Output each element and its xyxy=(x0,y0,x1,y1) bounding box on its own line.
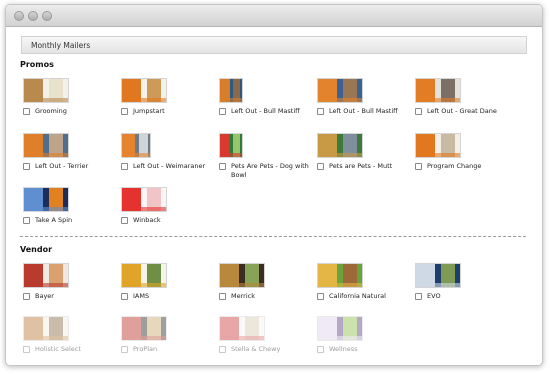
mailer-thumbnail-program-change-icon[interactable] xyxy=(415,133,461,158)
page-content: Monthly Mailers Promos Vendor Grooming Ju… xyxy=(6,27,542,365)
option-label: EVO xyxy=(427,292,441,300)
option-label: ProPlan xyxy=(133,345,158,353)
mailer-thumbnail-dog-icon[interactable] xyxy=(317,78,363,103)
section-title-vendor: Vendor xyxy=(20,245,53,254)
select-checkbox[interactable] xyxy=(23,293,30,300)
mailer-thumbnail-dog-icon[interactable] xyxy=(415,78,461,103)
page-title: Monthly Mailers xyxy=(31,41,91,50)
option-label: Take A Spin xyxy=(35,216,73,224)
vendor-option[interactable]: ProPlan xyxy=(121,316,221,360)
option-label: Bayer xyxy=(35,292,54,300)
select-checkbox[interactable] xyxy=(121,163,128,170)
option-label: Left Out - Bull Mastiff xyxy=(329,107,398,115)
section-divider xyxy=(20,236,526,237)
select-checkbox[interactable] xyxy=(415,163,422,170)
mailer-option[interactable]: Grooming xyxy=(23,78,123,122)
select-checkbox[interactable] xyxy=(219,346,226,353)
vendor-option[interactable]: Stella & Chewy xyxy=(219,316,319,360)
mailer-option[interactable]: Left Out - Great Dane xyxy=(415,78,515,122)
select-checkbox[interactable] xyxy=(415,293,422,300)
mailer-option[interactable]: Winback xyxy=(121,187,221,231)
vendor-thumbnail-california-natural-icon[interactable] xyxy=(317,263,363,288)
option-label: Holistic Select xyxy=(35,345,81,353)
select-checkbox[interactable] xyxy=(23,163,30,170)
mailer-thumbnail-dog-bowl-icon[interactable] xyxy=(219,133,243,158)
option-label: Merrick xyxy=(231,292,255,300)
mailer-option[interactable]: Pets Are Pets - Dog with Bowl xyxy=(219,133,319,179)
browser-window: Monthly Mailers Promos Vendor Grooming Ju… xyxy=(5,4,543,366)
select-checkbox[interactable] xyxy=(219,293,226,300)
option-label: Left Out - Bull Mastiff xyxy=(231,107,300,115)
mailer-option[interactable]: Take A Spin xyxy=(23,187,123,231)
mailer-option[interactable]: Left Out - Weimaraner xyxy=(121,133,221,177)
option-label: Left Out - Terrier xyxy=(35,162,89,170)
mailer-thumbnail-dog-icon[interactable] xyxy=(23,133,69,158)
vendor-option[interactable]: Merrick xyxy=(219,263,319,307)
mailer-thumbnail-take-a-spin-icon[interactable] xyxy=(23,187,69,212)
mailer-thumbnail-winback-icon[interactable] xyxy=(121,187,167,212)
vendor-thumbnail-evo-icon[interactable] xyxy=(415,263,461,288)
mailer-option[interactable]: Program Change xyxy=(415,133,515,177)
select-checkbox[interactable] xyxy=(317,293,324,300)
vendor-option[interactable]: Holistic Select xyxy=(23,316,123,360)
option-label: Grooming xyxy=(35,107,67,115)
vendor-thumbnail-bayer-icon[interactable] xyxy=(23,263,69,288)
select-checkbox[interactable] xyxy=(219,163,226,170)
mailer-thumbnail-dog-icon[interactable] xyxy=(219,78,243,103)
select-checkbox[interactable] xyxy=(121,108,128,115)
mailer-thumbnail-grooming-icon[interactable] xyxy=(23,78,69,103)
select-checkbox[interactable] xyxy=(415,108,422,115)
option-label: Pets Are Pets - Dog with Bowl xyxy=(231,162,309,179)
vendor-thumbnail-wellness-icon[interactable] xyxy=(317,316,363,341)
vendor-option[interactable]: EVO xyxy=(415,263,515,307)
select-checkbox[interactable] xyxy=(121,217,128,224)
vendor-option[interactable]: IAMS xyxy=(121,263,221,307)
window-titlebar xyxy=(6,5,542,27)
select-checkbox[interactable] xyxy=(317,108,324,115)
mailer-thumbnail-dog-icon[interactable] xyxy=(121,133,151,158)
minimize-window-icon[interactable] xyxy=(28,11,38,21)
option-label: Winback xyxy=(133,216,161,224)
vendor-thumbnail-proplan-icon[interactable] xyxy=(121,316,167,341)
option-label: Stella & Chewy xyxy=(231,345,281,353)
option-label: Jumpstart xyxy=(133,107,165,115)
mailer-option[interactable]: Pets are Pets - Mutt xyxy=(317,133,417,177)
option-label: Left Out - Weimaraner xyxy=(133,162,206,170)
mailer-thumbnail-jumpstart-icon[interactable] xyxy=(121,78,167,103)
section-title-promos: Promos xyxy=(20,60,54,69)
option-label: Wellness xyxy=(329,345,358,353)
option-label: California Natural xyxy=(329,292,386,300)
select-checkbox[interactable] xyxy=(23,346,30,353)
mailer-option[interactable]: Left Out - Terrier xyxy=(23,133,123,177)
select-checkbox[interactable] xyxy=(317,163,324,170)
vendor-thumbnail-stella-chewy-icon[interactable] xyxy=(219,316,265,341)
select-checkbox[interactable] xyxy=(121,346,128,353)
close-window-icon[interactable] xyxy=(14,11,24,21)
select-checkbox[interactable] xyxy=(121,293,128,300)
option-label: IAMS xyxy=(133,292,150,300)
mailer-option[interactable]: Left Out - Bull Mastiff xyxy=(219,78,319,122)
option-label: Program Change xyxy=(427,162,482,170)
vendor-thumbnail-iams-icon[interactable] xyxy=(121,263,167,288)
vendor-option[interactable]: Bayer xyxy=(23,263,123,307)
select-checkbox[interactable] xyxy=(23,108,30,115)
vendor-option[interactable]: California Natural xyxy=(317,263,417,307)
mailer-option[interactable]: Left Out - Bull Mastiff xyxy=(317,78,417,122)
option-label: Left Out - Great Dane xyxy=(427,107,497,115)
mailer-option[interactable]: Jumpstart xyxy=(121,78,221,122)
option-label: Pets are Pets - Mutt xyxy=(329,162,393,170)
mailer-thumbnail-mutt-icon[interactable] xyxy=(317,133,363,158)
vendor-thumbnail-merrick-icon[interactable] xyxy=(219,263,265,288)
select-checkbox[interactable] xyxy=(317,346,324,353)
vendor-option[interactable]: Wellness xyxy=(317,316,417,360)
select-checkbox[interactable] xyxy=(219,108,226,115)
zoom-window-icon[interactable] xyxy=(42,11,52,21)
page-header: Monthly Mailers xyxy=(21,36,527,54)
select-checkbox[interactable] xyxy=(23,217,30,224)
vendor-thumbnail-holistic-select-icon[interactable] xyxy=(23,316,69,341)
